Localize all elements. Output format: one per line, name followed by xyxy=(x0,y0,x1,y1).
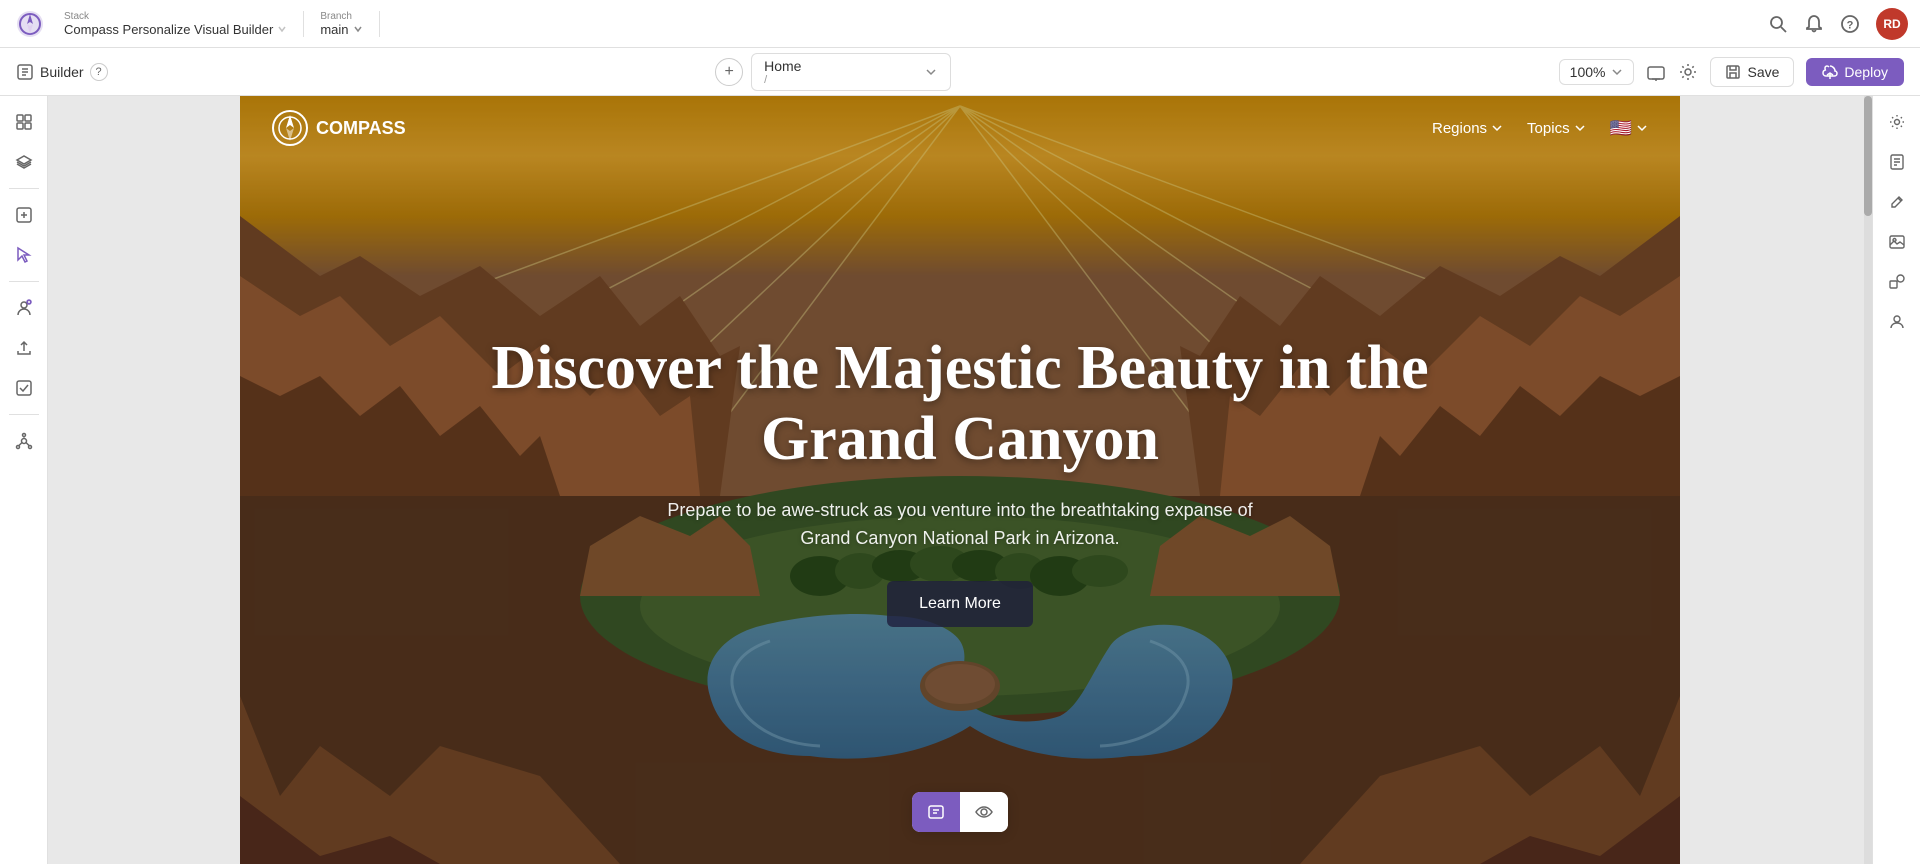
stack-dropdown-icon xyxy=(277,24,287,34)
zoom-selector[interactable]: 100% xyxy=(1559,59,1635,85)
builder-bar-right: 100% Save Deploy xyxy=(1559,57,1904,87)
branch-dropdown-icon xyxy=(353,24,363,34)
bell-icon[interactable] xyxy=(1804,14,1824,34)
page-path: / xyxy=(764,74,916,86)
sidebar-divider-3 xyxy=(9,414,39,415)
nav-language[interactable]: 🇺🇸 xyxy=(1610,118,1648,139)
top-bar-left: Stack Compass Personalize Visual Builder… xyxy=(12,10,380,38)
branch-label: Branch xyxy=(320,11,362,22)
right-sidebar-page-icon[interactable] xyxy=(1879,144,1915,180)
hero-section: COMPASS Regions Topics 🇺🇸 xyxy=(240,96,1680,864)
deploy-button[interactable]: Deploy xyxy=(1806,58,1904,86)
canvas-area[interactable]: COMPASS Regions Topics 🇺🇸 xyxy=(48,96,1872,864)
sidebar-checklist-icon[interactable] xyxy=(6,370,42,406)
settings-icon[interactable] xyxy=(1678,62,1698,82)
canvas-frame: COMPASS Regions Topics 🇺🇸 xyxy=(240,96,1680,864)
hero-title: Discover the Majestic Beauty in the Gran… xyxy=(440,333,1480,476)
builder-bar: Builder ? + Home / 100% Save Deploy xyxy=(0,48,1920,96)
sidebar-add-element-icon[interactable] xyxy=(6,197,42,233)
sidebar-select-icon[interactable] xyxy=(6,237,42,273)
device-view-icon[interactable] xyxy=(1646,62,1666,82)
hero-content: Discover the Majestic Beauty in the Gran… xyxy=(240,96,1680,864)
save-label: Save xyxy=(1747,64,1779,80)
site-logo-icon xyxy=(272,110,308,146)
stack-name[interactable]: Compass Personalize Visual Builder xyxy=(64,22,287,37)
zoom-level: 100% xyxy=(1570,64,1606,80)
right-sidebar-edit-icon[interactable] xyxy=(1879,184,1915,220)
left-sidebar xyxy=(0,96,48,864)
hero-subtitle: Prepare to be awe-struck as you venture … xyxy=(660,496,1260,554)
site-logo: COMPASS xyxy=(272,110,406,146)
edit-view-icon xyxy=(926,802,946,822)
save-icon xyxy=(1725,64,1741,80)
stack-label: Stack xyxy=(64,11,287,22)
page-name: Home xyxy=(764,58,916,74)
save-button[interactable]: Save xyxy=(1710,57,1794,87)
compass-logo-icon xyxy=(16,10,44,38)
top-bar-right: ? RD xyxy=(1768,8,1908,40)
flag-icon: 🇺🇸 xyxy=(1610,118,1632,139)
builder-label-container: Builder ? xyxy=(16,63,108,81)
stack-info: Stack Compass Personalize Visual Builder xyxy=(56,11,304,37)
builder-icon xyxy=(16,63,34,81)
hero-cta-button[interactable]: Learn More xyxy=(887,581,1033,627)
page-selector[interactable]: Home / xyxy=(751,53,951,91)
preview-button[interactable] xyxy=(960,792,1008,832)
deploy-icon xyxy=(1822,64,1838,80)
right-sidebar-settings-icon[interactable] xyxy=(1879,104,1915,140)
regions-dropdown-icon xyxy=(1491,122,1503,134)
canvas-scrollbar-thumb[interactable] xyxy=(1864,96,1872,216)
builder-help-button[interactable]: ? xyxy=(90,63,108,81)
sidebar-upload-icon[interactable] xyxy=(6,330,42,366)
search-icon[interactable] xyxy=(1768,14,1788,34)
user-avatar[interactable]: RD xyxy=(1876,8,1908,40)
svg-text:?: ? xyxy=(1847,19,1854,31)
edit-view-button[interactable] xyxy=(912,792,960,832)
sidebar-layers-icon[interactable] xyxy=(6,144,42,180)
right-sidebar xyxy=(1872,96,1920,864)
sidebar-divider-1 xyxy=(9,188,39,189)
site-nav-right: Regions Topics 🇺🇸 xyxy=(1432,118,1648,139)
bottom-toolbar xyxy=(912,792,1008,832)
right-sidebar-image-icon[interactable] xyxy=(1879,224,1915,260)
branch-info: Branch main xyxy=(304,11,379,37)
language-dropdown-icon xyxy=(1636,122,1648,134)
sidebar-divider-2 xyxy=(9,281,39,282)
builder-text: Builder xyxy=(40,64,84,80)
deploy-label: Deploy xyxy=(1844,64,1888,80)
topics-dropdown-icon xyxy=(1574,122,1586,134)
sidebar-grid-icon[interactable] xyxy=(6,104,42,140)
page-dropdown-icon xyxy=(924,65,938,79)
zoom-dropdown-icon xyxy=(1611,66,1623,78)
top-bar: Stack Compass Personalize Visual Builder… xyxy=(0,0,1920,48)
nav-regions[interactable]: Regions xyxy=(1432,120,1503,137)
main-area: COMPASS Regions Topics 🇺🇸 xyxy=(0,96,1920,864)
help-icon[interactable]: ? xyxy=(1840,14,1860,34)
canvas-scrollbar[interactable] xyxy=(1864,96,1872,864)
builder-bar-center: + Home / xyxy=(124,53,1543,91)
sidebar-network-icon[interactable] xyxy=(6,423,42,459)
site-nav: COMPASS Regions Topics 🇺🇸 xyxy=(240,96,1680,160)
sidebar-personalize-icon[interactable] xyxy=(6,290,42,326)
add-page-button[interactable]: + xyxy=(715,58,743,86)
right-sidebar-shapes-icon[interactable] xyxy=(1879,264,1915,300)
site-logo-text: COMPASS xyxy=(316,118,406,139)
nav-topics[interactable]: Topics xyxy=(1527,120,1586,137)
branch-name[interactable]: main xyxy=(320,22,362,37)
preview-icon xyxy=(974,802,994,822)
right-sidebar-user-icon[interactable] xyxy=(1879,304,1915,340)
